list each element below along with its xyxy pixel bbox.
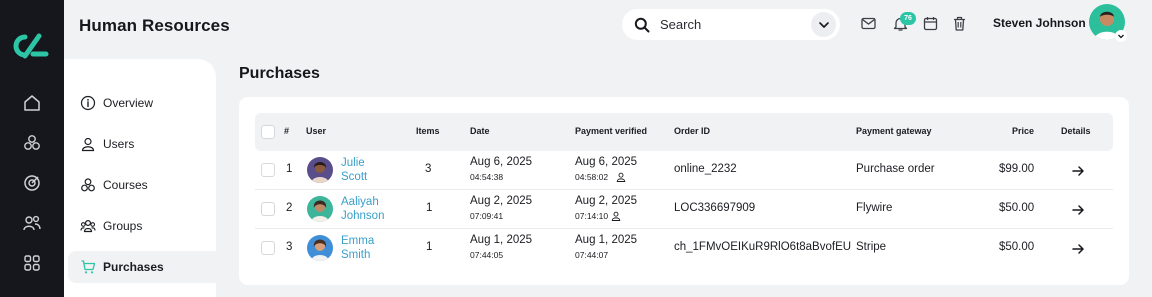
row-user-link[interactable]: Julie Scott [341, 156, 367, 184]
column-header-details: Details [1061, 126, 1091, 136]
sidebar-item-users[interactable]: Users [68, 128, 216, 160]
sidebar-item-label: Courses [103, 178, 148, 192]
row-checkbox[interactable] [261, 241, 275, 255]
row-items: 1 [426, 241, 433, 253]
column-header-price[interactable]: Price [1012, 126, 1034, 136]
column-header-payment-gateway[interactable]: Payment gateway [856, 126, 932, 136]
arrow-right-icon[interactable] [1071, 164, 1085, 178]
user-first-name: Emma [341, 235, 375, 247]
row-checkbox[interactable] [261, 202, 275, 216]
row-verified-time: 07:14:10 [575, 211, 609, 221]
row-user-avatar [307, 196, 333, 222]
row-time: 04:54:38 [470, 172, 504, 182]
purchases-table-card: # User Items Date Payment verified Order… [239, 97, 1129, 285]
user-last-name: Scott [341, 171, 368, 183]
target-icon[interactable] [22, 173, 42, 193]
column-header-index: # [284, 126, 290, 136]
page-title: Purchases [239, 65, 320, 82]
row-date: Aug 6, 2025 [470, 156, 533, 168]
app-logo[interactable] [12, 33, 52, 59]
search-scope-dropdown[interactable] [811, 12, 836, 37]
row-user-avatar [307, 157, 333, 183]
trash-icon[interactable] [951, 15, 968, 32]
search-icon [634, 17, 650, 32]
sidebar-item-overview[interactable]: Overview [68, 87, 216, 119]
row-verified-time: 07:44:07 [575, 250, 609, 260]
arrow-right-icon[interactable] [1071, 242, 1085, 256]
row-verified-date: Aug 6, 2025 [575, 156, 638, 168]
cart-icon [81, 260, 96, 274]
user-last-name: Johnson [341, 210, 385, 222]
sidebar-item-purchases[interactable]: Purchases [68, 251, 216, 283]
user-first-name: Aaliyah [341, 196, 379, 208]
row-price: $99.00 [999, 163, 1035, 175]
apps-grid-icon[interactable] [22, 253, 42, 273]
row-price: $50.00 [999, 202, 1035, 214]
row-index: 2 [286, 202, 293, 214]
home-icon[interactable] [22, 93, 42, 113]
search-box[interactable] [622, 9, 840, 40]
notification-count-badge: 76 [900, 12, 916, 25]
user-last-name: Smith [341, 249, 371, 261]
row-verified-date: Aug 1, 2025 [575, 234, 638, 246]
search-input[interactable] [660, 17, 810, 32]
row-user-link[interactable]: Aaliyah Johnson [341, 195, 384, 223]
sidebar-item-groups[interactable]: Groups [68, 210, 216, 242]
row-order-id: LOC336697909 [674, 202, 756, 214]
user-menu-toggle[interactable] [1115, 30, 1127, 42]
arrow-right-icon[interactable] [1071, 203, 1085, 217]
verified-by-user-icon[interactable] [611, 211, 621, 221]
table-header: # User Items Date Payment verified Order… [255, 113, 1113, 151]
row-index: 3 [286, 241, 293, 253]
column-header-date[interactable]: Date [470, 126, 490, 136]
sidebar: Overview Users Courses Groups Purchases [64, 59, 216, 297]
table-row[interactable]: 3 Emma Smith 1 Aug 1, 2025 07:44:05 Aug … [255, 229, 1113, 268]
row-index: 1 [286, 163, 293, 175]
app-rail [0, 0, 64, 297]
row-checkbox[interactable] [261, 163, 275, 177]
row-verified-time: 04:58:02 [575, 172, 609, 182]
app-title: Human Resources [79, 16, 230, 35]
calendar-icon[interactable] [922, 15, 939, 32]
row-price: $50.00 [999, 241, 1035, 253]
modules-icon[interactable] [22, 133, 42, 153]
column-header-payment-verified[interactable]: Payment verified [575, 126, 647, 136]
row-payment-gateway: Stripe [856, 241, 887, 253]
row-user-link[interactable]: Emma Smith [341, 234, 374, 262]
sidebar-item-label: Groups [103, 219, 143, 233]
row-user-avatar [307, 235, 333, 261]
groups-icon [80, 219, 96, 233]
sidebar-item-label: Overview [103, 96, 154, 110]
people-icon[interactable] [22, 213, 42, 233]
sidebar-item-label: Users [103, 137, 135, 151]
row-items: 3 [425, 163, 432, 175]
info-icon [80, 95, 96, 111]
row-payment-gateway: Purchase order [856, 163, 935, 175]
row-order-id: online_2232 [674, 163, 737, 175]
sidebar-item-label: Purchases [103, 260, 164, 274]
sidebar-item-courses[interactable]: Courses [68, 169, 216, 201]
chevron-down-icon [818, 21, 829, 28]
row-items: 1 [426, 202, 433, 214]
column-header-items[interactable]: Items [416, 126, 440, 136]
row-verified-date: Aug 2, 2025 [575, 195, 638, 207]
mail-icon[interactable] [860, 15, 877, 32]
user-first-name: Julie [341, 157, 365, 169]
select-all-checkbox[interactable] [261, 125, 275, 139]
column-header-order-id[interactable]: Order ID [674, 126, 710, 136]
verified-by-user-icon[interactable] [616, 172, 626, 182]
table-row[interactable]: 1 Julie Scott 3 Aug 6, 2025 04:54:38 Aug… [255, 151, 1113, 190]
row-payment-gateway: Flywire [856, 202, 893, 214]
row-order-id: ch_1FMvOEIKuR9RlO6t8aBvofEU [674, 241, 852, 253]
courses-icon [81, 178, 95, 192]
user-icon [81, 137, 95, 152]
row-time: 07:44:05 [470, 250, 504, 260]
row-time: 07:09:41 [470, 211, 504, 221]
current-user-name[interactable]: Steven Johnson [993, 16, 1086, 30]
column-header-user[interactable]: User [306, 126, 326, 136]
row-date: Aug 2, 2025 [470, 195, 533, 207]
chevron-down-icon [1118, 34, 1124, 39]
table-row[interactable]: 2 Aaliyah Johnson 1 Aug 2, 2025 07:09:41… [255, 190, 1113, 229]
row-date: Aug 1, 2025 [470, 234, 533, 246]
